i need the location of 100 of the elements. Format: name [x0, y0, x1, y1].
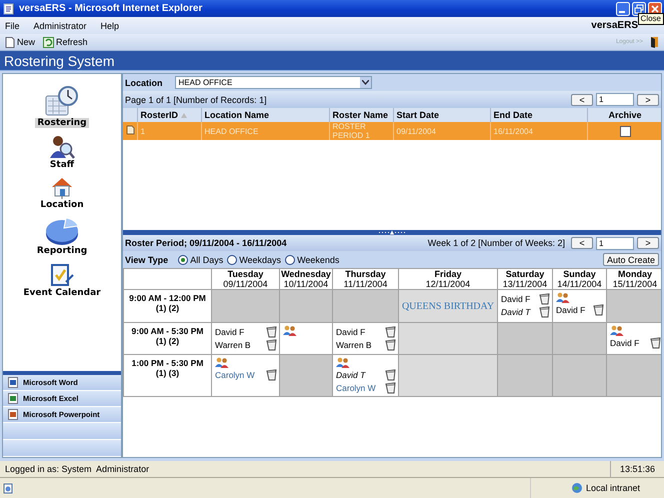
trash-icon[interactable] [385, 338, 396, 350]
menu-item[interactable]: Administrator [32, 20, 88, 30]
sidebar-item[interactable]: Location [38, 176, 86, 210]
people-icon[interactable] [215, 357, 229, 368]
trash-icon[interactable] [650, 336, 661, 348]
page-icon [5, 36, 15, 48]
day-date: 11/11/2004 [342, 279, 388, 289]
person-magnifier-icon [49, 134, 75, 160]
toolbar-button[interactable]: New [4, 36, 36, 48]
day-name: Monday [616, 269, 653, 279]
sidebar-item[interactable]: Rostering [35, 86, 89, 128]
field-label: View Type [125, 254, 168, 264]
day-name: Tuesday [226, 269, 264, 279]
radio-option[interactable]: All Days [178, 254, 224, 264]
staff-name: David F [501, 294, 530, 304]
trash-icon[interactable] [539, 306, 550, 318]
brand-name: versaERS [591, 20, 638, 31]
staff-link[interactable]: Carolyn W [336, 382, 376, 392]
trash-icon[interactable] [593, 304, 604, 316]
auto-create-button[interactable]: Auto Create [602, 253, 659, 266]
trash-icon[interactable] [266, 338, 277, 350]
previous-page-button[interactable]: < [571, 94, 593, 106]
edit-icon[interactable] [126, 125, 135, 135]
restore-icon[interactable] [632, 2, 646, 16]
day-name: Friday [433, 269, 462, 279]
radio-option[interactable]: Weekends [285, 254, 340, 264]
trash-icon[interactable] [539, 292, 550, 304]
chevron-icon [362, 80, 368, 85]
previous-week-button[interactable]: < [571, 237, 593, 249]
people-icon[interactable] [610, 325, 624, 336]
holiday-label: QUEENS BIRTHDAY [402, 300, 494, 312]
window-title: versaERS - Microsoft Internet Explorer [19, 3, 204, 14]
document-icon [8, 377, 19, 388]
calendar-clock-icon [44, 86, 80, 118]
day-name: Sunday [562, 269, 597, 279]
radio-button[interactable] [178, 254, 188, 264]
day-date: 12/11/2004 [424, 279, 472, 289]
day-date: 14/11/2004 [556, 279, 603, 289]
house-icon [50, 176, 74, 200]
next-page-button[interactable]: > [637, 94, 659, 106]
menu-item[interactable]: Help [100, 20, 120, 30]
document-icon [8, 409, 19, 420]
staff-name: David F [610, 338, 640, 348]
table-cell: HEAD OFFICE [201, 122, 329, 140]
radio-button[interactable] [227, 254, 238, 264]
week-info: Week 1 of 2 [Number of Weeks: 2] [428, 238, 565, 248]
trash-icon[interactable] [385, 326, 396, 338]
shift-counts: (1) (3) [154, 368, 180, 378]
next-week-button[interactable]: > [637, 237, 659, 249]
day-name: Wednesday [280, 269, 332, 279]
minimize-icon[interactable] [616, 2, 630, 16]
trash-icon[interactable] [266, 326, 277, 338]
location-dropdown[interactable]: HEAD OFFICE [174, 76, 372, 89]
trash-icon[interactable] [266, 368, 277, 380]
day-name: Saturday [504, 269, 546, 279]
staff-name: David T [336, 370, 366, 380]
trash-icon[interactable] [385, 382, 396, 394]
people-icon[interactable] [336, 357, 350, 368]
page-icon [3, 482, 14, 494]
page-title: Rostering System [4, 52, 114, 68]
security-zone: Local intranet [586, 483, 640, 493]
sidebar-item[interactable]: Event Calendar [21, 262, 103, 298]
shift-time: 9:00 AM - 5:30 PM [130, 326, 204, 336]
toolbar-button[interactable]: Refresh [42, 36, 89, 48]
staff-name: David T [501, 306, 530, 316]
menu-item[interactable]: File [4, 20, 21, 30]
globe-icon [571, 482, 583, 494]
logged-in-status: Logged in as: System Administrator [4, 464, 150, 474]
week-input[interactable]: 1 [596, 236, 634, 250]
table-cell: 1 [137, 122, 201, 140]
sidebar-item[interactable]: Reporting [34, 216, 90, 256]
radio-button[interactable] [285, 254, 296, 264]
page-info: Page 1 of 1 [Number of Records: 1] [125, 94, 267, 104]
people-icon[interactable] [556, 292, 570, 303]
shift-time: 1:00 PM - 5:30 PM [130, 358, 204, 368]
day-date: 09/11/2004 [222, 279, 269, 289]
document-icon [8, 393, 19, 404]
pie-chart-icon [44, 216, 80, 246]
refresh-icon [43, 36, 54, 48]
shift-time: 9:00 AM - 12:00 PM [128, 293, 207, 303]
door-icon[interactable] [649, 36, 660, 48]
shift-counts: (1) (2) [154, 336, 180, 346]
day-date: 15/11/2004 [612, 279, 658, 289]
shift-counts: (1) (2) [154, 303, 180, 313]
checklist-icon [50, 262, 74, 288]
staff-name: David F [215, 326, 244, 336]
page-input[interactable]: 1 [596, 93, 634, 106]
splitter-handle-icon[interactable] [377, 230, 407, 235]
browser-icon [3, 2, 15, 14]
staff-name: Warren B [336, 340, 372, 350]
staff-link[interactable]: Carolyn W [215, 370, 255, 380]
people-icon[interactable] [283, 325, 297, 336]
roster-period-title: Roster Period; 09/11/2004 - 16/11/2004 [125, 238, 287, 248]
trash-icon[interactable] [385, 368, 396, 380]
archive-checkbox[interactable] [620, 126, 630, 136]
radio-option[interactable]: Weekdays [227, 254, 282, 264]
field-label: Location [125, 78, 162, 88]
sidebar-item[interactable]: Staff [48, 134, 76, 170]
table-cell: ROSTER PERIOD 1 [329, 122, 393, 140]
tooltip-text: Close [638, 13, 664, 25]
